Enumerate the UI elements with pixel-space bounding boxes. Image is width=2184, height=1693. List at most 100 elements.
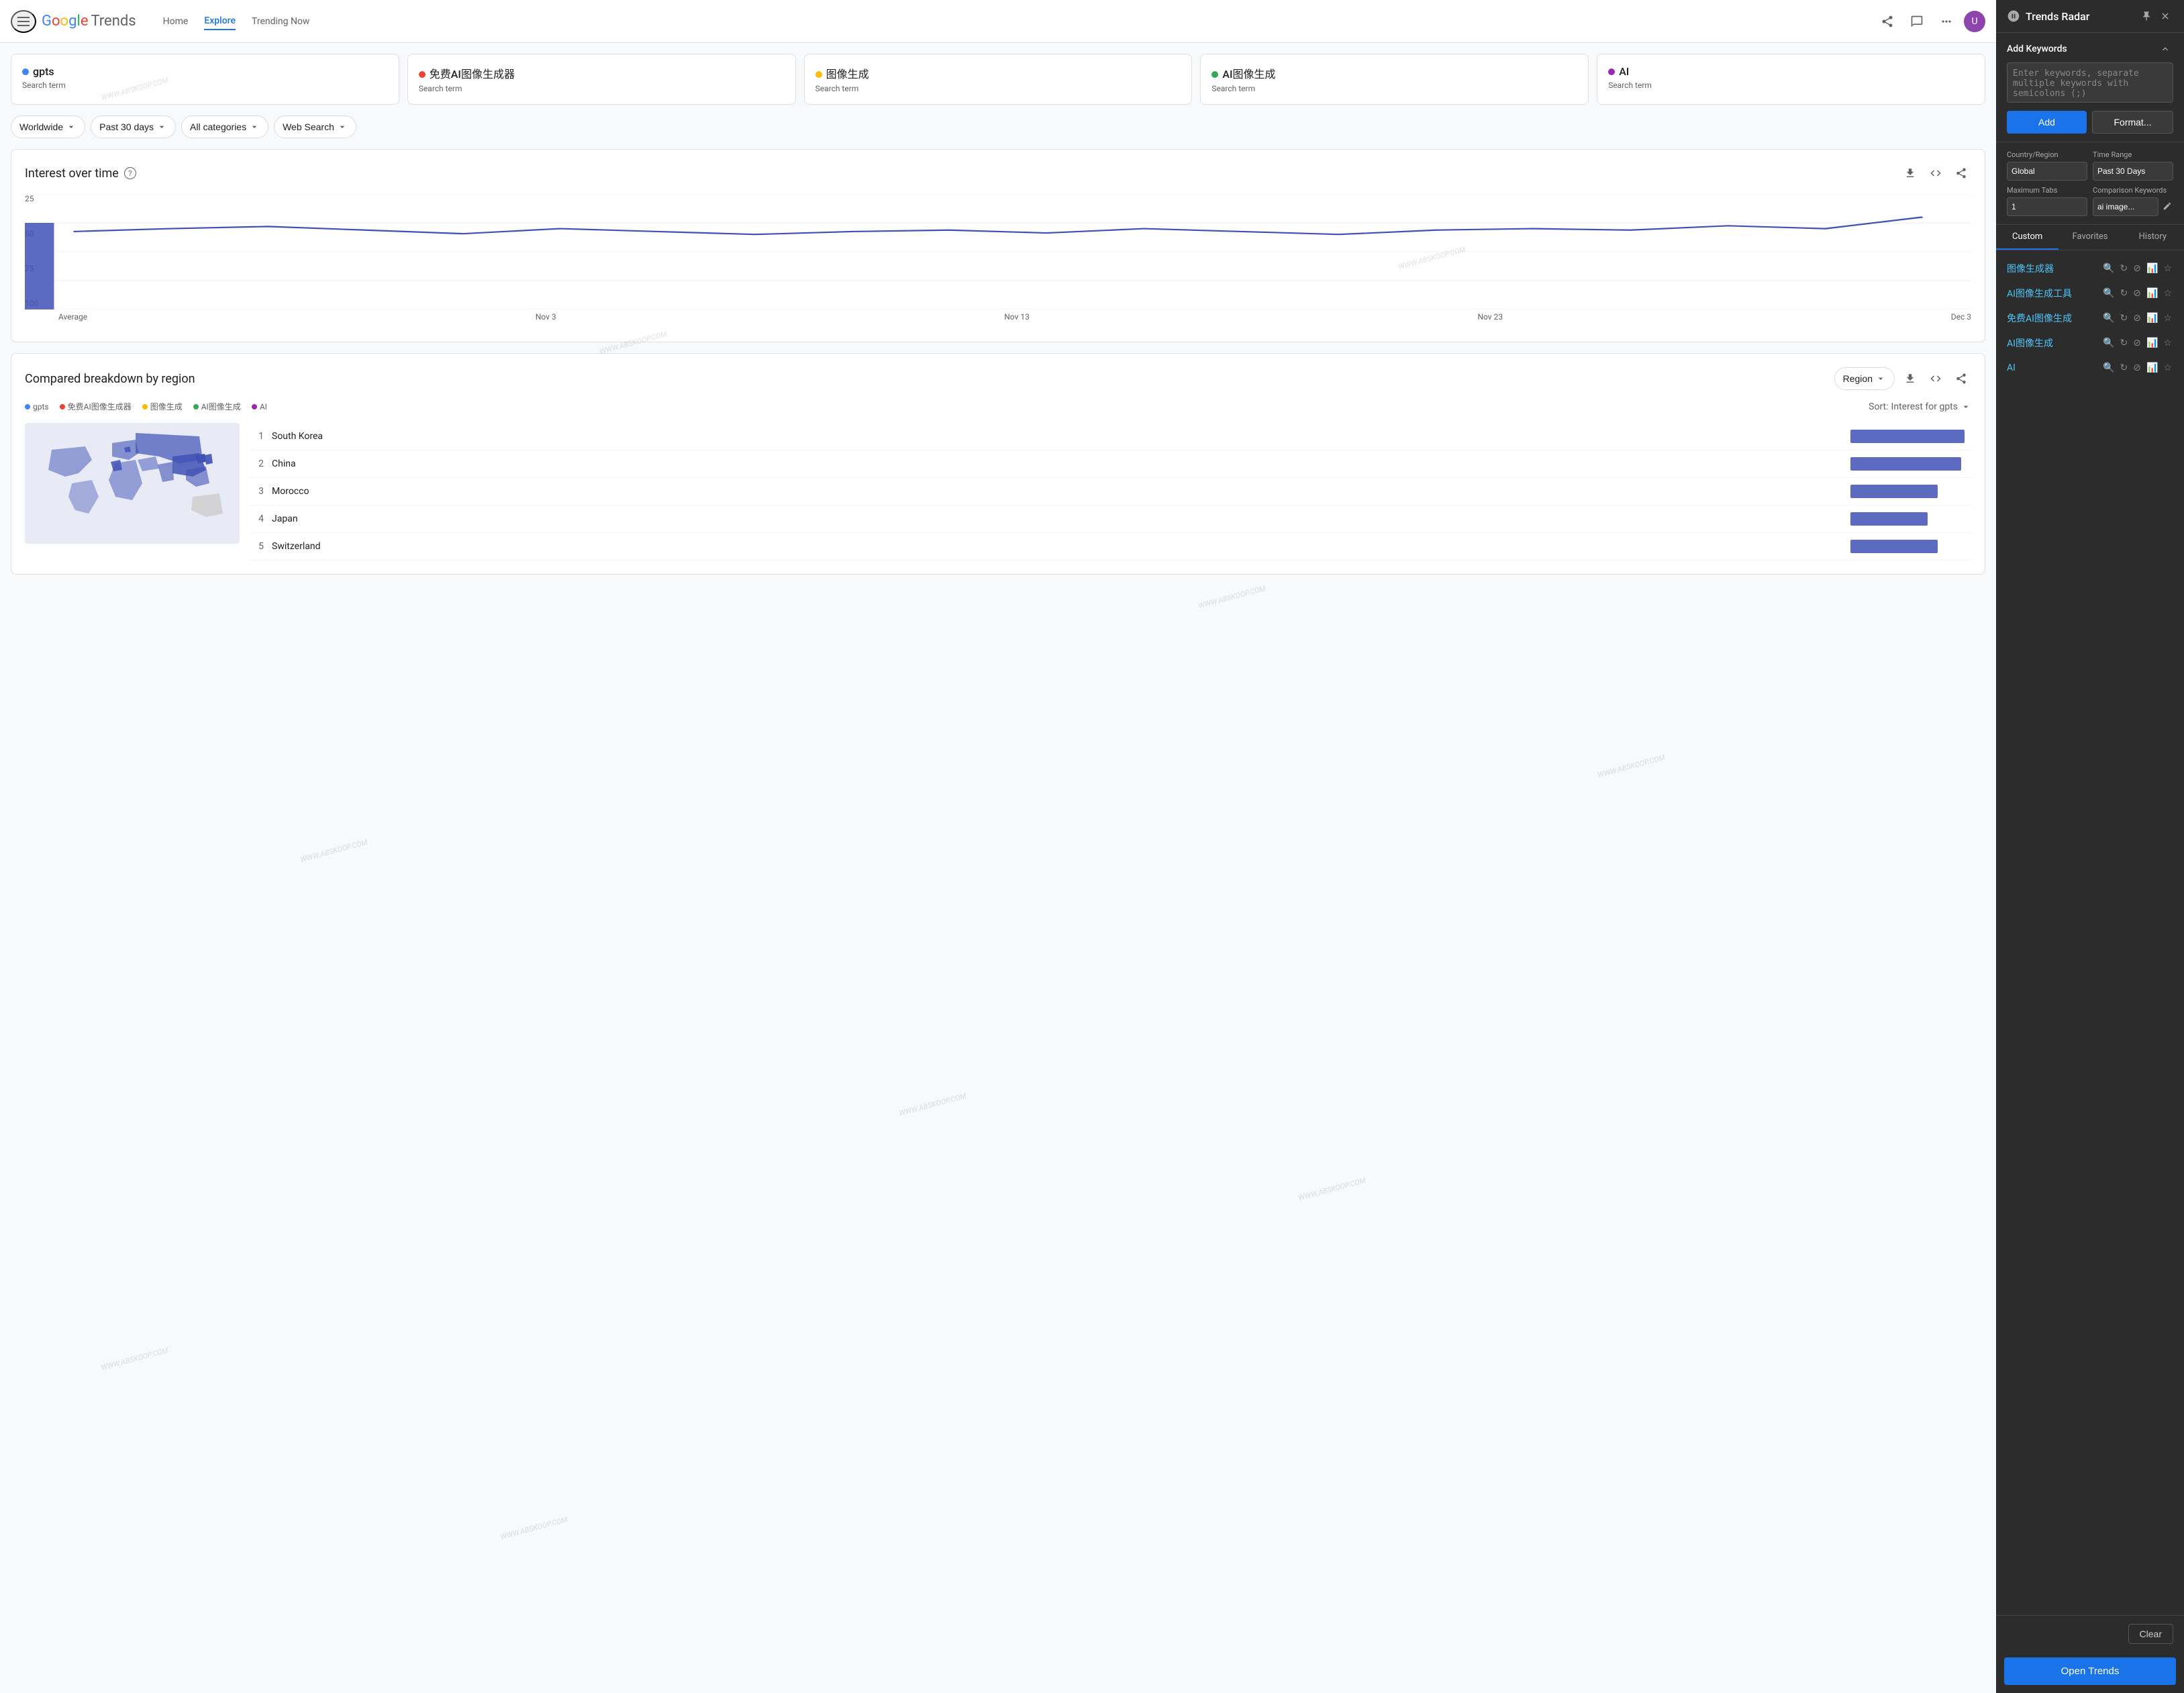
tab-custom[interactable]: Custom	[1996, 225, 2058, 250]
refresh-kw-0[interactable]: ↻	[2119, 261, 2130, 275]
rank-bar-4	[1850, 540, 1971, 553]
header: Google Trends Home Explore Trending Now …	[0, 0, 1996, 43]
nav-home[interactable]: Home	[163, 13, 189, 30]
keyword-actions-4: 🔍 ↻ ⊘ 📊 ☆	[2101, 360, 2173, 375]
header-actions: U	[1875, 9, 1985, 34]
stop-kw-1[interactable]: ⊘	[2132, 286, 2142, 300]
star-kw-0[interactable]: ☆	[2162, 261, 2173, 275]
nav-explore[interactable]: Explore	[204, 13, 236, 30]
search-kw-3[interactable]: 🔍	[2101, 336, 2116, 350]
search-kw-4[interactable]: 🔍	[2101, 360, 2116, 375]
chart-kw-0[interactable]: 📊	[2145, 261, 2159, 275]
star-kw-4[interactable]: ☆	[2162, 360, 2173, 375]
stop-kw-3[interactable]: ⊘	[2132, 336, 2142, 350]
avatar[interactable]: U	[1964, 11, 1985, 32]
stop-kw-4[interactable]: ⊘	[2132, 360, 2142, 375]
open-trends-button[interactable]: Open Trends	[2004, 1657, 2176, 1685]
time-range-setting: Time Range Past 30 Days	[2093, 150, 2173, 181]
search-term-card-1[interactable]: 免费AI图像生成器 Search term	[407, 54, 796, 105]
refresh-kw-4[interactable]: ↻	[2119, 360, 2130, 375]
legend-item-2: 图像生成	[142, 401, 183, 412]
star-kw-1[interactable]: ☆	[2162, 286, 2173, 300]
star-kw-2[interactable]: ☆	[2162, 311, 2173, 325]
keywords-input[interactable]	[2007, 62, 2173, 103]
keyword-item-1: AI图像生成工具 🔍 ↻ ⊘ 📊 ☆	[1996, 281, 2184, 305]
format-button[interactable]: Format...	[2092, 111, 2173, 134]
share-region-button[interactable]	[1951, 367, 1971, 390]
interest-over-time-section: Interest over time ?	[11, 149, 1985, 342]
settings-section: Country/Region Global Time Range Past 30…	[1996, 142, 2184, 225]
chart-actions	[1900, 163, 1971, 183]
search-type-filter[interactable]: Web Search	[274, 115, 356, 138]
menu-button[interactable]	[11, 10, 36, 33]
stop-kw-0[interactable]: ⊘	[2132, 261, 2142, 275]
sidebar-title: Trends Radar	[2026, 10, 2089, 23]
max-tabs-input[interactable]	[2007, 197, 2087, 216]
apps-button[interactable]	[1934, 9, 1958, 34]
rank-bar-2	[1850, 485, 1971, 498]
chart-section-title: Interest over time ?	[25, 166, 136, 181]
keyword-text-0[interactable]: 图像生成器	[2007, 262, 2096, 275]
keyword-item-0: 图像生成器 🔍 ↻ ⊘ 📊 ☆	[1996, 256, 2184, 281]
chart-kw-1[interactable]: 📊	[2145, 286, 2159, 300]
nav-trending-now[interactable]: Trending Now	[252, 13, 309, 30]
refresh-kw-2[interactable]: ↻	[2119, 311, 2130, 325]
feedback-button[interactable]	[1905, 9, 1929, 34]
clear-button[interactable]: Clear	[2128, 1624, 2173, 1644]
sort-control[interactable]: Sort: Interest for gpts	[1869, 401, 1971, 412]
embed-region-button[interactable]	[1926, 367, 1946, 390]
region-type-filter[interactable]: Region	[1834, 367, 1895, 390]
chart-kw-4[interactable]: 📊	[2145, 360, 2159, 375]
time-filter[interactable]: Past 30 days	[91, 115, 176, 138]
keyword-text-3[interactable]: AI图像生成	[2007, 336, 2096, 350]
search-kw-0[interactable]: 🔍	[2101, 261, 2116, 275]
refresh-kw-3[interactable]: ↻	[2119, 336, 2130, 350]
time-range-select[interactable]: Past 30 Days	[2093, 162, 2173, 181]
share-button[interactable]	[1875, 9, 1899, 34]
star-kw-3[interactable]: ☆	[2162, 336, 2173, 350]
filters-row: Worldwide Past 30 days All categories We…	[11, 115, 1985, 138]
category-filter[interactable]: All categories	[181, 115, 268, 138]
keyword-text-2[interactable]: 免费AI图像生成	[2007, 311, 2096, 325]
close-sidebar-button[interactable]	[2157, 8, 2173, 24]
refresh-kw-1[interactable]: ↻	[2119, 286, 2130, 300]
stop-kw-2[interactable]: ⊘	[2132, 311, 2142, 325]
search-term-card-3[interactable]: AI图像生成 Search term	[1200, 54, 1589, 105]
embed-chart-button[interactable]	[1926, 163, 1946, 183]
add-keywords-button[interactable]: Add	[2007, 111, 2087, 134]
keyword-text-1[interactable]: AI图像生成工具	[2007, 287, 2096, 300]
collapse-keywords-button[interactable]	[2157, 41, 2173, 57]
info-icon[interactable]: ?	[124, 167, 136, 179]
rank-item-2: 3 Morocco	[250, 478, 1971, 505]
search-kw-1[interactable]: 🔍	[2101, 286, 2116, 300]
search-term-card-4[interactable]: AI Search term	[1597, 54, 1985, 105]
chart-kw-2[interactable]: 📊	[2145, 311, 2159, 325]
search-term-card-0[interactable]: gpts Search term	[11, 54, 399, 105]
keyword-item-3: AI图像生成 🔍 ↻ ⊘ 📊 ☆	[1996, 330, 2184, 355]
edit-comparison-button[interactable]	[2161, 200, 2173, 214]
google-wordmark: Google	[42, 13, 88, 30]
keyword-item-4: AI 🔍 ↻ ⊘ 📊 ☆	[1996, 355, 2184, 380]
download-chart-button[interactable]	[1900, 163, 1920, 183]
max-tabs-setting: Maximum Tabs	[2007, 186, 2087, 216]
legend-item-3: AI图像生成	[193, 401, 241, 412]
chart-kw-3[interactable]: 📊	[2145, 336, 2159, 350]
download-region-button[interactable]	[1900, 367, 1920, 390]
chart-container: 100 75 50 25	[25, 194, 1971, 328]
keyword-text-4[interactable]: AI	[2007, 362, 2096, 373]
location-filter[interactable]: Worldwide	[11, 115, 85, 138]
rank-bar-3	[1850, 512, 1971, 526]
comparison-keywords-select[interactable]: ai image...	[2093, 197, 2158, 216]
search-term-card-2[interactable]: 图像生成 Search term	[804, 54, 1193, 105]
keyword-actions-2: 🔍 ↻ ⊘ 📊 ☆	[2101, 311, 2173, 325]
search-kw-2[interactable]: 🔍	[2101, 311, 2116, 325]
tab-history[interactable]: History	[2122, 225, 2184, 250]
keyword-actions-3: 🔍 ↻ ⊘ 📊 ☆	[2101, 336, 2173, 350]
region-legend: gpts 免费AI图像生成器 图像生成 AI图像生成 AI Sort: Inte…	[25, 401, 1971, 412]
rank-item-4: 5 Switzerland	[250, 533, 1971, 561]
tab-favorites[interactable]: Favorites	[2058, 225, 2121, 250]
country-region-setting: Country/Region Global	[2007, 150, 2087, 181]
pin-button[interactable]	[2138, 8, 2154, 24]
share-chart-button[interactable]	[1951, 163, 1971, 183]
country-select[interactable]: Global	[2007, 162, 2087, 181]
